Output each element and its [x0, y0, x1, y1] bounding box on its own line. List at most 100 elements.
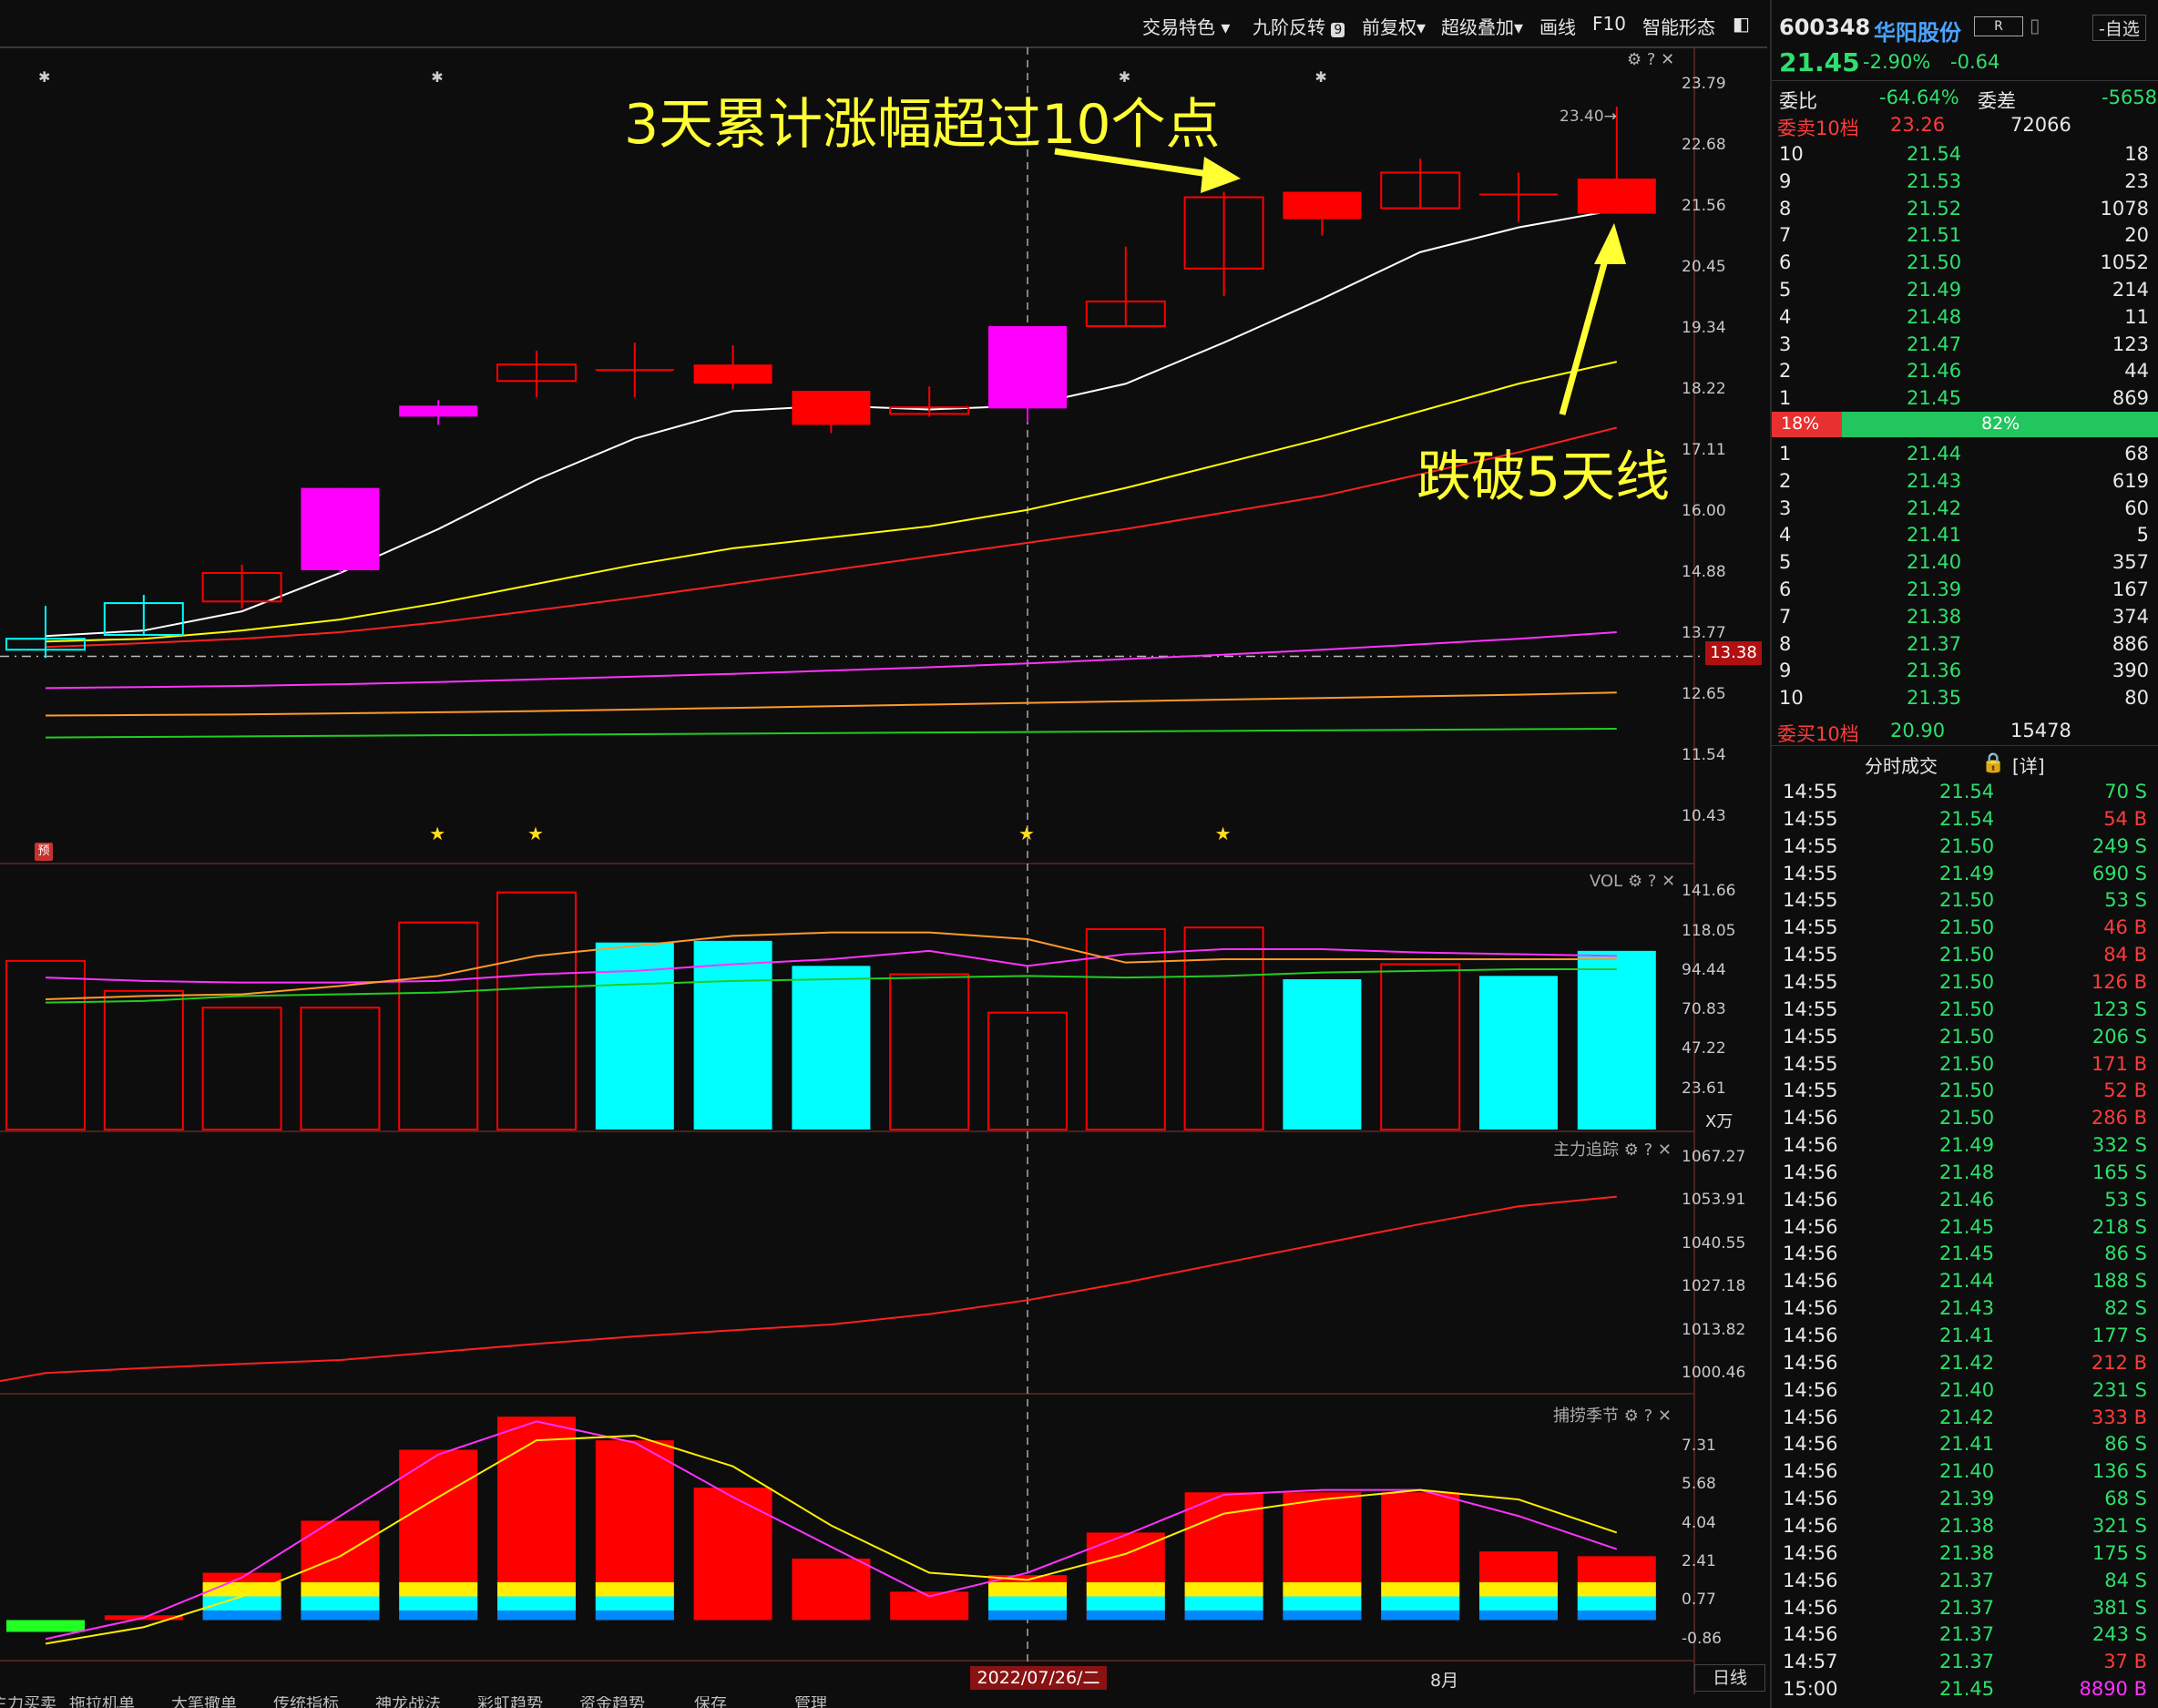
tab-fund-trend[interactable]: 资金趋势 — [579, 1696, 645, 1708]
sell-book-row[interactable]: 4 21.48 11 — [1772, 304, 2158, 332]
tab-traditional[interactable]: 传统指标 — [273, 1696, 339, 1708]
axis-tick-label: 19.34 — [1682, 318, 1726, 337]
buy-book-row[interactable]: 6 21.39 167 — [1772, 577, 2158, 604]
gear-marker-icon: ✱ — [431, 68, 443, 86]
book-price: 21.42 — [1907, 496, 1962, 519]
sell-book-row[interactable]: 5 21.49 214 — [1772, 277, 2158, 304]
axis-tick-label: 7.31 — [1682, 1436, 1716, 1455]
help-icon[interactable]: ? — [1644, 1140, 1653, 1160]
tick-price: 21.41 — [1939, 1324, 1995, 1346]
sell-book-row[interactable]: 10 21.54 18 — [1772, 141, 2158, 169]
buy-book-row[interactable]: 7 21.38 374 — [1772, 604, 2158, 631]
help-icon[interactable]: ? — [1644, 1406, 1653, 1426]
stock-name[interactable]: 华阳股份 — [1874, 15, 1961, 46]
close-icon[interactable]: ✕ — [1658, 1140, 1672, 1160]
tick-row: 14:56 21.37 381 S — [1772, 1595, 2158, 1622]
tick-volume: 165 S — [2092, 1161, 2147, 1183]
tick-time: 14:56 — [1783, 1270, 1838, 1293]
tab-manage[interactable]: 管理 — [794, 1696, 827, 1708]
settings-icon[interactable]: ⚙ — [1624, 1140, 1639, 1160]
buy-book-row[interactable]: 9 21.36 390 — [1772, 658, 2158, 685]
tick-time: 14:55 — [1783, 1052, 1838, 1075]
buy-book-row[interactable]: 3 21.42 60 — [1772, 496, 2158, 523]
star-marker: ★ — [1018, 823, 1035, 844]
buy-book-row[interactable]: 4 21.41 5 — [1772, 522, 2158, 549]
month-label: 8月 — [1430, 1671, 1459, 1691]
volume-bar — [1380, 963, 1461, 1130]
tick-row: 14:56 21.41 86 S — [1772, 1431, 2158, 1458]
main-force-line — [0, 1195, 1617, 1383]
sell-book-row[interactable]: 8 21.52 1078 — [1772, 196, 2158, 223]
buy-book-row[interactable]: 8 21.37 886 — [1772, 631, 2158, 659]
lock-icon[interactable]: 🔒 — [1981, 752, 2005, 774]
book-volume: 886 — [2112, 632, 2149, 655]
tick-row: 14:55 21.50 46 B — [1772, 915, 2158, 942]
axis-tick-label: 141.66 — [1682, 882, 1736, 901]
tab-rainbow[interactable]: 彩虹趋势 — [477, 1696, 543, 1708]
tick-row: 14:56 21.40 136 S — [1772, 1458, 2158, 1486]
close-icon[interactable]: ✕ — [1662, 872, 1675, 891]
buy-book-row[interactable]: 5 21.40 357 — [1772, 549, 2158, 577]
tab-big-cancel[interactable]: 大笔撤单 — [171, 1696, 237, 1708]
tick-time: 14:55 — [1783, 997, 1838, 1020]
buy-book-row[interactable]: 10 21.35 80 — [1772, 685, 2158, 712]
season-band — [1086, 1611, 1165, 1621]
tab-tractor-order[interactable]: 拖拉机单 — [69, 1696, 135, 1708]
book-level: 8 — [1779, 632, 1792, 655]
season-band — [399, 1596, 478, 1611]
help-icon[interactable]: ? — [1647, 50, 1656, 69]
candle-body — [399, 405, 478, 417]
buy-header-label: 委买10档 — [1777, 723, 1859, 745]
axis-tick-label: 1067.27 — [1682, 1147, 1746, 1166]
sell-book-row[interactable]: 7 21.51 20 — [1772, 222, 2158, 250]
sell-book-row[interactable]: 6 21.50 1052 — [1772, 250, 2158, 277]
change-pct: -2.90% — [1863, 51, 1931, 73]
tick-time: 14:56 — [1783, 1596, 1838, 1619]
buy-book-row[interactable]: 2 21.43 619 — [1772, 468, 2158, 496]
sell-book-row[interactable]: 2 21.46 44 — [1772, 358, 2158, 385]
help-icon[interactable]: ? — [1648, 872, 1657, 891]
season-band — [595, 1596, 674, 1611]
close-icon[interactable]: ✕ — [1661, 50, 1674, 69]
book-volume: 869 — [2112, 387, 2149, 410]
settings-icon[interactable]: ⚙ — [1628, 872, 1642, 891]
tick-time: 14:56 — [1783, 1514, 1838, 1537]
settings-icon[interactable]: ⚙ — [1627, 50, 1642, 69]
tick-row: 14:55 21.50 249 S — [1772, 834, 2158, 861]
tab-dragon[interactable]: 神龙战法 — [375, 1696, 441, 1708]
sell-book-row[interactable]: 9 21.53 23 — [1772, 169, 2158, 196]
forecast-marker[interactable]: 预 — [35, 843, 53, 861]
book-level: 2 — [1779, 360, 1792, 383]
tab-main-trade[interactable]: 主力买卖 — [0, 1696, 56, 1708]
close-icon[interactable]: ✕ — [1658, 1406, 1672, 1426]
vol-unit: X万 — [1705, 1112, 1734, 1131]
settings-icon[interactable]: ⚙ — [1624, 1406, 1639, 1426]
chart-area[interactable]: 交易特色 ▾ 九阶反转 9 前复权▾ 超级叠加▾ 画线 F10 智能形态 ◧ ★… — [0, 0, 1767, 1708]
tick-volume: 690 S — [2092, 862, 2147, 885]
tick-price: 21.41 — [1939, 1433, 1995, 1456]
period-selector[interactable]: 日线 — [1694, 1664, 1765, 1692]
season-band — [595, 1581, 674, 1597]
tick-row: 14:56 21.41 177 S — [1772, 1323, 2158, 1350]
change-abs: -0.64 — [1950, 51, 2000, 73]
weibi-label: 委比 — [1779, 90, 1817, 112]
sell-book-row[interactable]: 1 21.45 869 — [1772, 385, 2158, 413]
vol-pane-label: VOL ⚙ ? ✕ — [1590, 872, 1675, 891]
sell-book-row[interactable]: 3 21.47 123 — [1772, 332, 2158, 359]
tick-row: 14:56 21.45 86 S — [1772, 1241, 2158, 1268]
tick-time: 14:55 — [1783, 1079, 1838, 1102]
tick-row: 14:56 21.37 243 S — [1772, 1621, 2158, 1649]
book-level: 1 — [1779, 387, 1792, 410]
candle-body — [792, 391, 871, 425]
buy-header-row: 委买10档 20.90 15478 — [1772, 718, 2158, 745]
tick-volume: 381 S — [2092, 1596, 2147, 1619]
ticks-detail-link[interactable]: [详] — [2012, 752, 2045, 778]
tick-volume: 123 S — [2092, 997, 2147, 1020]
tab-save[interactable]: 保存 — [694, 1696, 727, 1708]
tick-time: 14:55 — [1783, 944, 1838, 967]
callout-top: 3天累计涨幅超过10个点 — [624, 93, 1221, 157]
tick-price: 21.45 — [1939, 1243, 1995, 1265]
add-watchlist-button[interactable]: -自选 — [2092, 15, 2146, 41]
buy-book-row[interactable]: 1 21.44 68 — [1772, 441, 2158, 468]
book-price: 21.46 — [1907, 360, 1962, 383]
